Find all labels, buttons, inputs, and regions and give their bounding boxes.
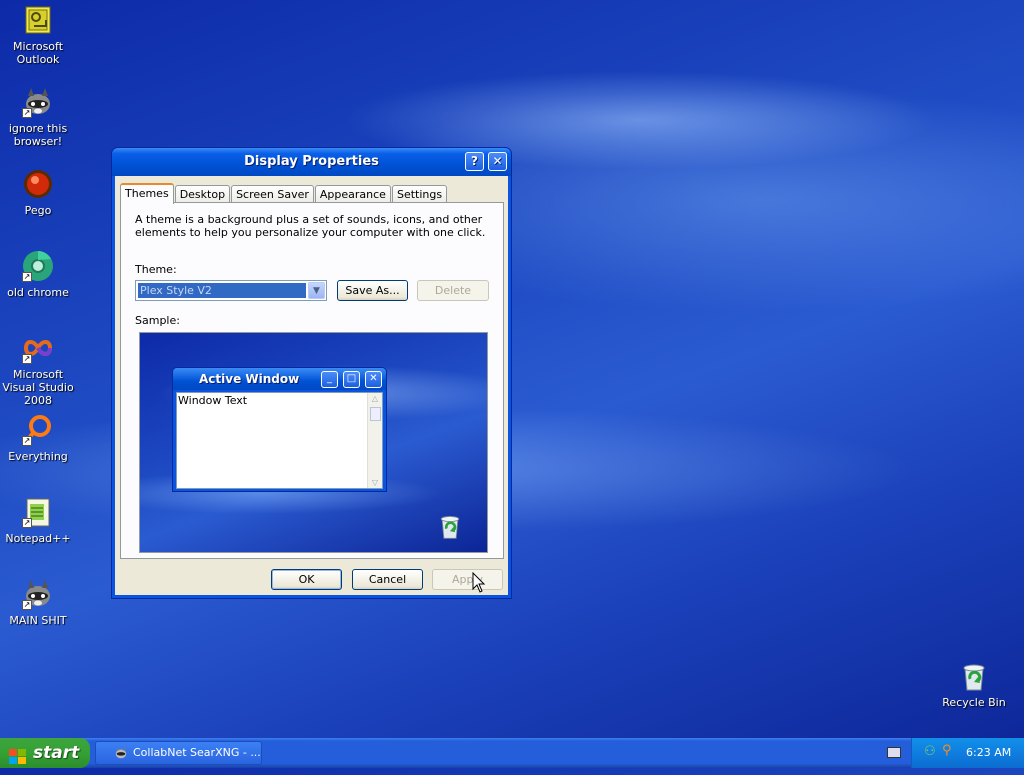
sample-window-body: Window Text △ ▽	[176, 392, 383, 489]
desktop-icon-label: Microsoft Visual Studio 2008	[2, 368, 74, 407]
chrome-icon: ↗	[22, 250, 54, 282]
desktop-icon-old-chrome[interactable]: ↗ old chrome	[0, 250, 76, 299]
desktop-icon-recycle-bin[interactable]: Recycle Bin	[936, 660, 1012, 709]
sample-active-window: Active Window _ □ ✕ Window Text △ ▽	[172, 367, 387, 492]
scroll-down-icon: ▽	[371, 478, 379, 487]
recycle-bin-icon	[436, 511, 464, 541]
close-button[interactable]: ✕	[488, 152, 507, 171]
desktop-icon-label: Recycle Bin	[942, 696, 1006, 709]
recycle-bin-icon	[958, 660, 990, 692]
shortcut-arrow-icon: ↗	[22, 354, 32, 364]
desktop-icon-label: ignore this browser!	[8, 122, 68, 148]
desktop-icon-label: Everything	[8, 450, 68, 463]
theme-label: Theme:	[135, 263, 177, 276]
desktop-icon-label: Notepad++	[5, 532, 71, 545]
sample-window-text: Window Text	[178, 394, 248, 407]
tab-themes[interactable]: Themes	[120, 183, 174, 204]
desktop-icon-notepadpp[interactable]: ↗ Notepad++	[0, 496, 76, 545]
minimize-icon: _	[321, 371, 338, 388]
cancel-button[interactable]: Cancel	[352, 569, 423, 590]
raccoon-icon: ↗	[22, 578, 54, 610]
help-icon: ?	[471, 154, 478, 168]
raccoon-icon: ↗	[22, 86, 54, 118]
desktop-icon-pego[interactable]: Pego	[0, 168, 76, 217]
themes-tab-panel: A theme is a background plus a set of so…	[120, 202, 504, 559]
ok-button[interactable]: OK	[271, 569, 342, 590]
desktop-icon-label: Microsoft Outlook	[12, 40, 64, 66]
desktop-icon-outlook[interactable]: Microsoft Outlook	[0, 4, 76, 66]
sample-label: Sample:	[135, 314, 180, 327]
taskbar-item-label: CollabNet SearXNG - ...	[133, 746, 261, 759]
shortcut-arrow-icon: ↗	[22, 272, 32, 282]
desktop-icon-ignore-browser[interactable]: ↗ ignore this browser!	[0, 86, 76, 148]
shortcut-arrow-icon: ↗	[22, 600, 32, 610]
desktop-icon-label: old chrome	[7, 286, 69, 299]
tab-desktop[interactable]: Desktop	[174, 185, 231, 203]
tab-screen-saver[interactable]: Screen Saver	[231, 185, 314, 203]
scroll-up-icon: △	[371, 394, 379, 403]
pego-icon	[22, 168, 54, 200]
theme-sample-preview: Active Window _ □ ✕ Window Text △ ▽	[139, 332, 488, 553]
shortcut-arrow-icon: ↗	[22, 108, 32, 118]
notepadpp-icon: ↗	[22, 496, 54, 528]
delete-button[interactable]: Delete	[417, 280, 489, 301]
start-label: start	[33, 743, 80, 763]
everything-icon: ↗	[22, 414, 54, 446]
keyboard-icon[interactable]	[887, 747, 901, 758]
tab-strip: Themes Desktop Screen Saver Appearance Setti…	[120, 183, 448, 204]
dialog-client-area: Themes Desktop Screen Saver Appearance Setti…	[115, 176, 508, 595]
window-title: Display Properties	[244, 154, 379, 169]
desktop-icon-label: Pego	[24, 204, 52, 217]
themes-description: A theme is a background plus a set of so…	[135, 213, 486, 239]
tab-settings[interactable]: Settings	[391, 185, 448, 203]
maximize-icon: □	[343, 371, 360, 388]
sample-scrollbar: △ ▽	[367, 393, 382, 488]
system-tray: ⚇ ⚲ 6:23 AM	[911, 738, 1024, 768]
chevron-down-icon[interactable]: ▼	[308, 282, 325, 299]
taskbar: start CollabNet SearXNG - ... ⚇ ⚲ 6:23 A…	[0, 738, 1024, 768]
desktop-icon-main[interactable]: ↗ MAIN SHIT	[0, 578, 76, 627]
shortcut-arrow-icon: ↗	[22, 436, 32, 446]
desktop-icon-visual-studio[interactable]: ↗ Microsoft Visual Studio 2008	[0, 332, 76, 407]
close-icon: ✕	[365, 371, 382, 388]
network-icon[interactable]: ⚇	[924, 744, 936, 759]
scroll-thumb	[369, 407, 381, 421]
outlook-icon	[22, 4, 54, 36]
desktop-icon-everything[interactable]: ↗ Everything	[0, 414, 76, 463]
tab-appearance[interactable]: Appearance	[314, 185, 391, 203]
everything-icon[interactable]: ⚲	[942, 743, 952, 758]
window-titlebar[interactable]: Display Properties ? ✕	[112, 148, 511, 176]
raccoon-icon	[114, 746, 128, 760]
clock[interactable]: 6:23 AM	[966, 746, 1011, 759]
visual-studio-icon: ↗	[22, 332, 54, 364]
desktop-icon-label: MAIN SHIT	[9, 614, 67, 627]
help-button[interactable]: ?	[465, 152, 484, 171]
taskbar-item-searxng[interactable]: CollabNet SearXNG - ...	[95, 741, 262, 765]
apply-button[interactable]: Apply	[432, 569, 503, 590]
save-as-button[interactable]: Save As...	[337, 280, 408, 301]
close-icon: ✕	[492, 154, 503, 168]
mouse-cursor-icon	[472, 571, 486, 594]
theme-dropdown[interactable]: Plex Style V2 ▼	[135, 280, 327, 301]
windows-logo-icon	[9, 745, 27, 764]
start-button[interactable]: start	[0, 738, 90, 768]
display-properties-window: Display Properties ? ✕ Themes Desktop Scre…	[111, 147, 512, 599]
theme-dropdown-value: Plex Style V2	[137, 282, 307, 299]
shortcut-arrow-icon: ↗	[22, 518, 32, 528]
